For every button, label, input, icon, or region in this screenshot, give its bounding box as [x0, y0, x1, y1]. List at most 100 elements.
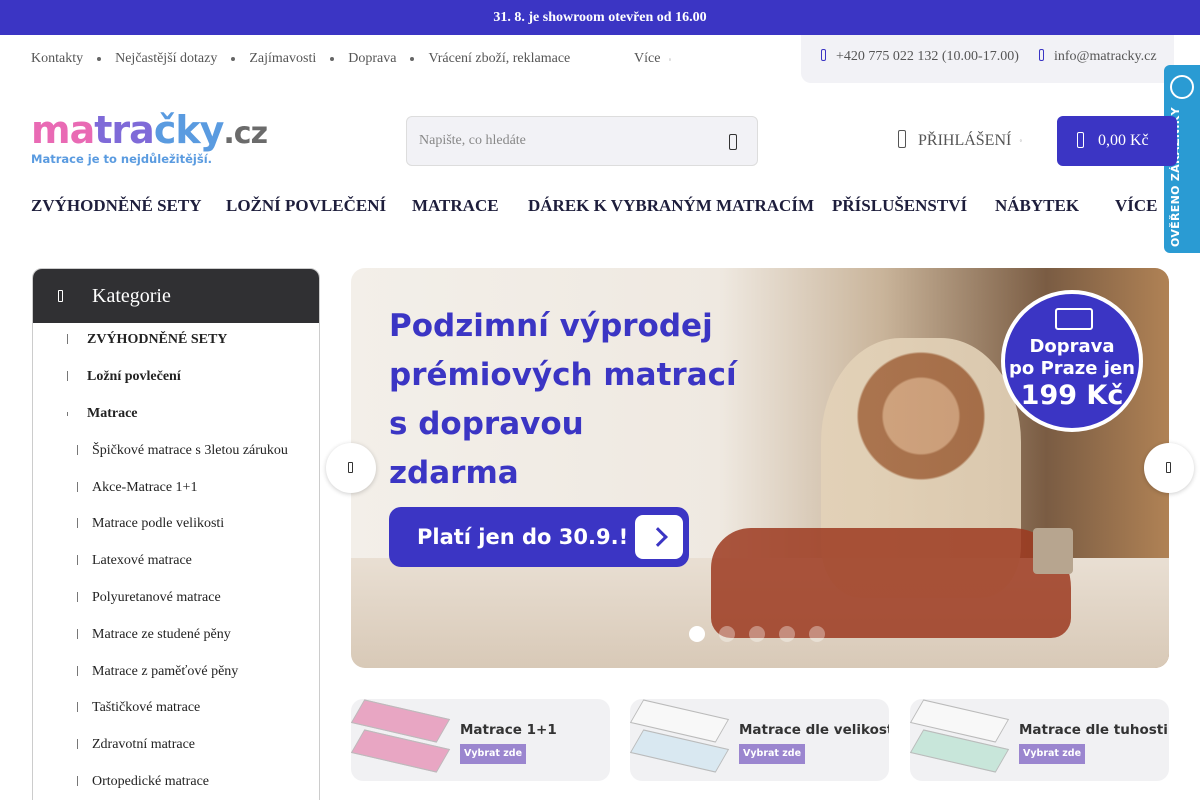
login-label: PŘIHLÁŠENÍ: [918, 132, 1012, 149]
chevron-left-icon: [348, 462, 353, 473]
top-link-faq[interactable]: Nejčastější dotazy: [115, 51, 217, 67]
nav-item-bedding[interactable]: LOŽNÍ POVLEČENÍ: [226, 196, 386, 216]
menu-icon: [58, 290, 63, 302]
site-logo[interactable]: matračky.cz Matrace je to nejdůležitější…: [31, 108, 268, 170]
banner-cta-label: Platí jen do 30.9.!: [417, 525, 629, 549]
search-icon[interactable]: [729, 134, 737, 150]
subcategory-item[interactable]: Ortopedické matrace: [77, 774, 209, 790]
banner-cta-button[interactable]: Platí jen do 30.9.!: [389, 507, 689, 567]
chevron-right-icon: [77, 666, 81, 676]
category-item-bedding[interactable]: Ložní povlečení: [67, 369, 181, 385]
search-box: [406, 116, 758, 166]
logo-tagline: Matrace je to nejdůležitější.: [31, 152, 213, 166]
contact-box: +420 775 022 132 (10.00-17.00) info@matr…: [801, 35, 1174, 83]
chevron-down-icon: ◦: [1019, 136, 1023, 145]
promo-title: Matrace dle velikosti: [739, 722, 889, 738]
phone-number: +420 775 022 132 (10.00-17.00): [836, 49, 1019, 64]
subcategory-item[interactable]: Špičkové matrace s 3letou zárukou: [77, 443, 288, 459]
chevron-right-icon: [77, 445, 81, 455]
banner-mug-image: [1033, 528, 1073, 574]
promo-title: Matrace 1+1: [460, 722, 557, 738]
promo-cta-button[interactable]: Vybrat zde: [460, 744, 526, 764]
top-links: Kontakty Nejčastější dotazy Zajímavosti …: [31, 49, 570, 69]
chevron-right-icon: [77, 629, 81, 639]
slider-next-button[interactable]: [1144, 443, 1194, 493]
separator-dot: [97, 57, 102, 61]
promo-card-mattress-1plus1[interactable]: Matrace 1+1 Vybrat zde: [351, 699, 610, 781]
delivery-price-badge: Doprava po Praze jen 199 Kč: [1001, 290, 1143, 432]
slider-dot[interactable]: [779, 626, 795, 642]
category-item-mattresses[interactable]: Matrace: [67, 406, 138, 422]
separator-dot: [231, 57, 236, 61]
slider-dot[interactable]: [719, 626, 735, 642]
chevron-right-icon: [77, 518, 81, 528]
chevron-right-icon: [77, 482, 81, 492]
promo-title: Matrace dle tuhosti: [1019, 722, 1168, 738]
mattress-image: [351, 699, 456, 781]
nav-item-more[interactable]: VÍCE: [1115, 196, 1158, 216]
slider-dots: [689, 626, 825, 642]
subcategory-item[interactable]: Akce-Matrace 1+1: [77, 480, 197, 496]
slider-dot-active[interactable]: [689, 626, 705, 642]
cart-icon: [1077, 132, 1084, 148]
category-item-sets[interactable]: ZVÝHODNĚNÉ SETY: [67, 332, 227, 348]
nav-item-furniture[interactable]: NÁBYTEK: [995, 196, 1079, 216]
subcategory-item[interactable]: Taštičkové matrace: [77, 700, 200, 716]
top-link-shipping[interactable]: Doprava: [348, 51, 396, 67]
top-more-link[interactable]: Více ◦: [634, 49, 671, 70]
banner-blanket-image: [711, 528, 1071, 638]
nav-item-gift[interactable]: DÁREK K VYBRANÝM MATRACÍM: [528, 196, 814, 216]
promo-card-mattress-firmness[interactable]: Matrace dle tuhosti Vybrat zde: [910, 699, 1169, 781]
slider-dot[interactable]: [809, 626, 825, 642]
top-link-contacts[interactable]: Kontakty: [31, 51, 83, 67]
nav-item-mattresses[interactable]: MATRACE: [412, 196, 499, 216]
mattress-image: [910, 699, 1015, 781]
subcategory-item[interactable]: Matrace ze studené pěny: [77, 627, 231, 643]
chevron-right-icon: [67, 334, 71, 344]
cart-total: 0,00 Kč: [1098, 132, 1149, 149]
category-panel: Kategorie ZVÝHODNĚNÉ SETY Ložní povlečen…: [32, 268, 320, 800]
chevron-down-icon: [67, 412, 71, 416]
cart-button[interactable]: 0,00 Kč: [1057, 116, 1177, 166]
verified-seal-icon: [1170, 75, 1194, 99]
announcement-bar: 31. 8. je showroom otevřen od 16.00: [0, 0, 1200, 35]
search-input[interactable]: [419, 131, 719, 151]
subcategory-item[interactable]: Matrace z paměťové pěny: [77, 664, 238, 680]
nav-item-accessories[interactable]: PŘÍSLUŠENSTVÍ: [832, 196, 967, 216]
announcement-text: 31. 8. je showroom otevřen od 16.00: [493, 10, 707, 25]
nav-item-sets[interactable]: ZVÝHODNĚNÉ SETY: [31, 196, 202, 216]
phone-icon: [821, 49, 826, 61]
hero-banner[interactable]: Podzimní výprodej prémiových matrací s d…: [351, 268, 1169, 668]
slider-prev-button[interactable]: [326, 443, 376, 493]
top-link-returns[interactable]: Vrácení zboží, reklamace: [428, 51, 570, 67]
top-more-label: Více: [634, 51, 661, 66]
contact-phone[interactable]: +420 775 022 132 (10.00-17.00): [821, 49, 1019, 65]
chevron-right-icon: [67, 371, 71, 381]
promo-cta-button[interactable]: Vybrat zde: [1019, 744, 1085, 764]
mail-icon: [1039, 49, 1044, 61]
chevron-right-icon: [1166, 462, 1171, 473]
slider-dot[interactable]: [749, 626, 765, 642]
chevron-right-icon: [77, 776, 81, 786]
logo-wordmark: matračky.cz: [31, 108, 268, 152]
separator-dot: [330, 57, 335, 61]
chevron-down-icon: ◦: [668, 55, 672, 64]
chevron-right-icon: [77, 592, 81, 602]
category-header: Kategorie: [33, 269, 319, 323]
contact-email[interactable]: info@matracky.cz: [1039, 49, 1157, 65]
promo-card-mattress-size[interactable]: Matrace dle velikosti Vybrat zde: [630, 699, 889, 781]
top-link-interesting[interactable]: Zajímavosti: [249, 51, 316, 67]
truck-icon: [1055, 308, 1093, 330]
chevron-right-icon: [77, 739, 81, 749]
promo-cta-button[interactable]: Vybrat zde: [739, 744, 805, 764]
chevron-right-icon: [77, 555, 81, 565]
chevron-right-icon: [635, 515, 683, 559]
user-icon: [898, 130, 906, 148]
email-address: info@matracky.cz: [1054, 49, 1157, 64]
subcategory-item[interactable]: Matrace podle velikosti: [77, 516, 224, 532]
subcategory-item[interactable]: Latexové matrace: [77, 553, 192, 569]
subcategory-item[interactable]: Zdravotní matrace: [77, 737, 195, 753]
login-button[interactable]: PŘIHLÁŠENÍ ◦: [898, 130, 1022, 152]
banner-headline: Podzimní výprodej prémiových matrací s d…: [389, 308, 737, 491]
subcategory-item[interactable]: Polyuretanové matrace: [77, 590, 221, 606]
